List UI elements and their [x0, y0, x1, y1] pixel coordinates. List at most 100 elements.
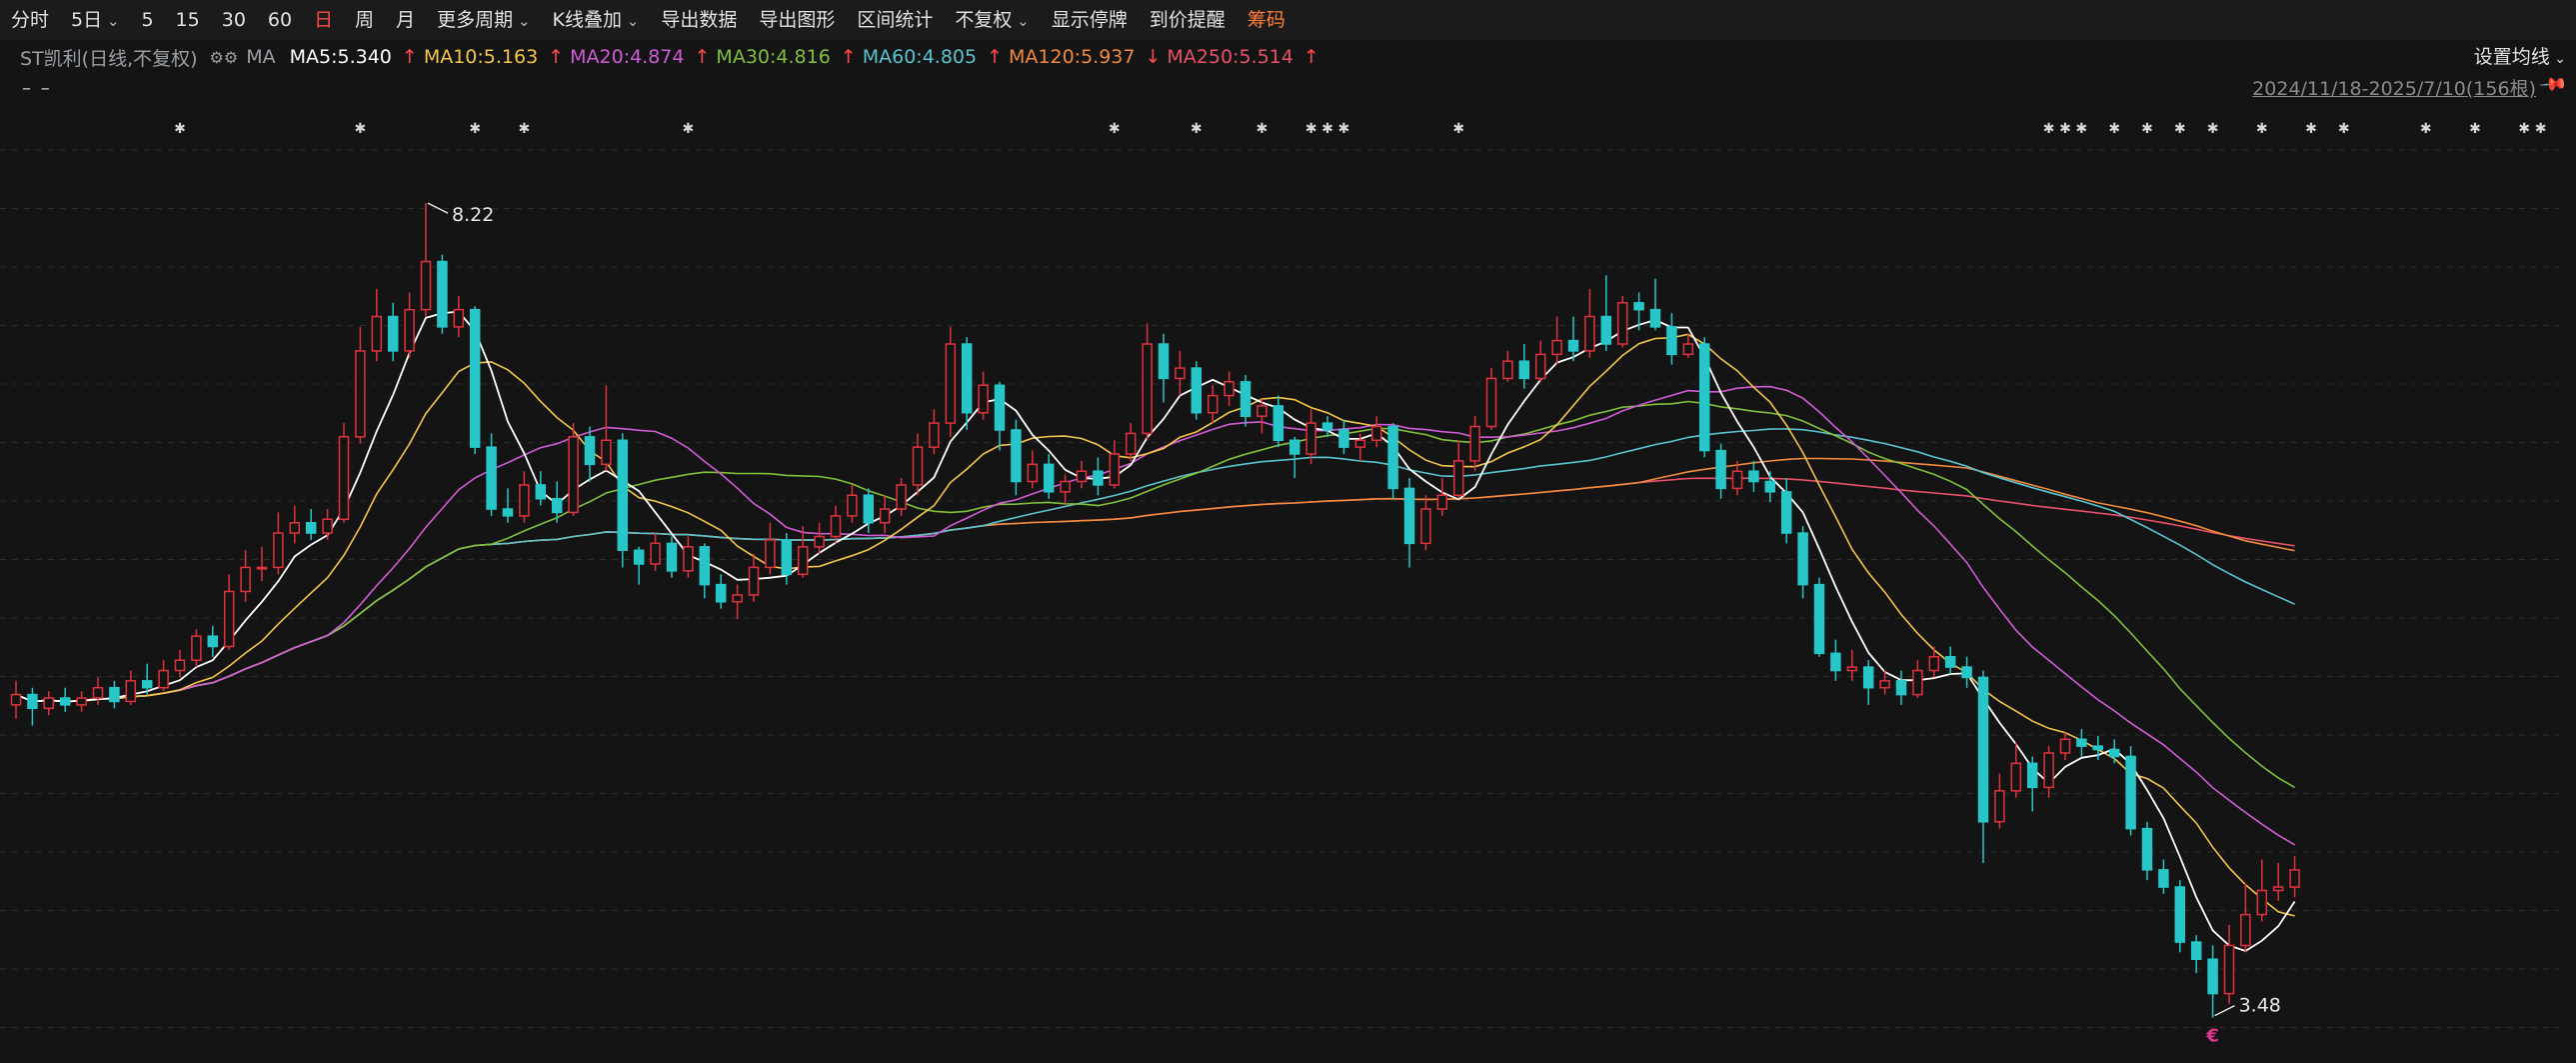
candle-body: [141, 680, 153, 689]
candle-body: [617, 439, 629, 551]
candle-body: [240, 566, 251, 593]
candle-body: [2272, 886, 2284, 892]
event-marker: ✱: [355, 121, 367, 137]
candle-body: [1616, 302, 1628, 345]
candle-body: [1485, 377, 1497, 428]
candle-body: [1288, 439, 1300, 455]
candle-body: [1076, 470, 1088, 483]
low-marker-icon: €: [2205, 1026, 2219, 1047]
event-marker: ✱: [1321, 121, 1333, 137]
candle-body: [2010, 762, 2022, 792]
event-markers: ✱ ✱ ✱ ✱ ✱ ✱ ✱ ✱ ✱ ✱ ✱ ✱ ✱ ✱ ✱ ✱ ✱ ✱ ✱ ✱ ✱ ✱ ✱ ✱ ✱ ✱: [174, 121, 2546, 137]
candle-body: [1321, 422, 1333, 431]
candle-body: [1027, 463, 1039, 483]
candle-body: [1698, 343, 1710, 452]
candle-body: [912, 446, 924, 486]
candle-body: [2158, 869, 2169, 888]
candle-body: [27, 693, 38, 710]
candle-body: [1715, 449, 1726, 490]
event-marker: ✱: [2420, 121, 2432, 137]
candle-body: [2059, 738, 2071, 754]
candle-body: [1879, 680, 1890, 689]
candle-body: [125, 680, 137, 703]
candle-body: [2207, 958, 2218, 995]
event-marker: ✱: [2207, 121, 2219, 137]
candlestick-chart[interactable]: ✱ ✱ ✱ ✱ ✱ ✱ ✱ ✱ ✱ ✱ ✱ ✱ ✱ ✱ ✱ ✱ ✱ ✱ ✱ ✱ ✱ ✱ ✱ ✱ ✱ ✱ 8.223.48€: [0, 0, 2576, 1063]
candle-body: [666, 542, 678, 572]
candle-body: [1534, 353, 1546, 380]
candle-body: [978, 384, 989, 414]
candle-body: [584, 436, 596, 466]
candle-body: [945, 343, 957, 424]
candle-body: [633, 549, 645, 565]
candle-body: [1666, 326, 1677, 356]
candle-body: [1403, 487, 1415, 545]
candle-body: [879, 508, 891, 524]
candle-body: [404, 308, 415, 352]
candle-body: [1977, 676, 1989, 823]
candle-body: [519, 484, 530, 517]
candle-body: [797, 546, 809, 576]
candle-body: [1452, 460, 1464, 497]
candle-body: [1011, 429, 1022, 483]
event-marker: ✱: [469, 121, 481, 137]
candle-body: [1109, 453, 1121, 486]
candle-body: [1125, 432, 1137, 455]
candle-body: [2256, 889, 2268, 916]
candle-body: [929, 422, 940, 448]
candle-body: [830, 515, 842, 538]
candle-body: [1649, 308, 1661, 328]
candle-body: [1830, 652, 1841, 672]
candle-body: [1142, 343, 1153, 435]
candle-body: [551, 497, 563, 514]
candle-body: [2108, 748, 2120, 758]
candle-body: [2043, 752, 2054, 789]
candle-body: [1224, 381, 1235, 397]
candle-body: [1912, 669, 1923, 696]
candle-body: [2223, 944, 2235, 995]
candle-body: [715, 583, 727, 603]
event-marker: ✱: [1305, 121, 1317, 137]
candle-body: [847, 494, 858, 517]
event-marker: ✱: [1338, 121, 1350, 137]
candle-body: [289, 521, 301, 534]
candle-body: [174, 659, 186, 672]
candle-body: [2141, 827, 2153, 871]
candle-body: [2092, 745, 2104, 751]
event-marker: ✱: [174, 121, 186, 137]
event-marker: ✱: [1257, 121, 1269, 137]
candle-body: [1207, 394, 1219, 414]
candle-body: [1862, 666, 1874, 689]
candle-body: [437, 260, 448, 328]
candle-body: [1502, 360, 1513, 380]
candle-body: [109, 686, 120, 703]
candle-body: [1469, 425, 1480, 462]
event-marker: ✱: [2141, 121, 2153, 137]
candle-body: [1567, 339, 1579, 352]
candle-body: [1420, 508, 1431, 545]
candle-body: [2240, 913, 2251, 947]
event-marker: ✱: [2043, 121, 2055, 137]
candle-body: [1436, 494, 1448, 510]
candle-body: [781, 539, 793, 576]
candle-body: [486, 446, 497, 510]
candle-body: [1273, 405, 1285, 442]
candle-body: [1764, 480, 1776, 493]
candle-body: [1584, 315, 1595, 352]
candle-body: [601, 439, 612, 466]
ma30-line: [15, 400, 2296, 789]
candle-body: [2289, 869, 2300, 888]
candle-body: [1928, 656, 1940, 672]
candle-body: [371, 315, 383, 352]
event-marker: ✱: [1109, 121, 1121, 137]
candle-body: [322, 518, 333, 534]
candle-body: [1175, 367, 1186, 380]
candle-body: [338, 436, 350, 521]
candle-body: [76, 697, 87, 706]
candle-body: [256, 566, 268, 570]
event-marker: ✱: [2338, 121, 2350, 137]
candle-body: [2174, 886, 2186, 943]
candle-body: [2076, 738, 2087, 747]
candle-body: [1994, 790, 2005, 823]
candle-body: [1682, 343, 1694, 356]
